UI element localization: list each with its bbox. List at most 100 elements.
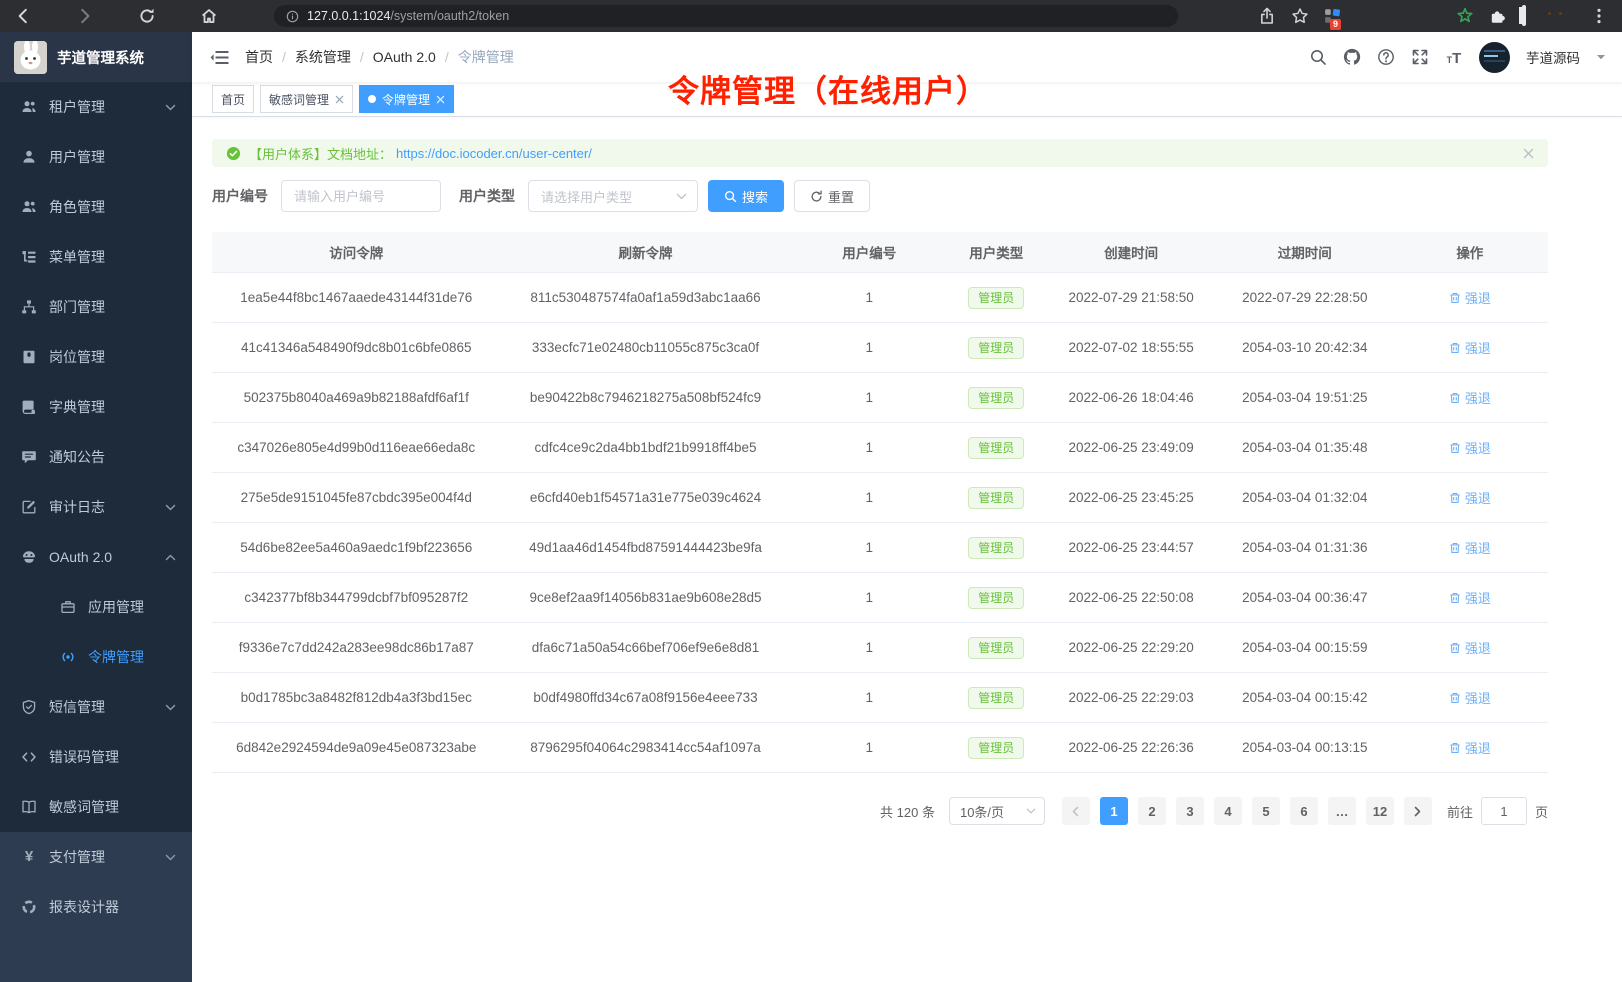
action-cell: 强退	[1392, 623, 1548, 673]
sidebar-item-oauth2[interactable]: OAuth 2.0	[0, 532, 192, 582]
back-icon[interactable]	[14, 7, 32, 25]
reload-icon[interactable]	[138, 7, 156, 25]
user-id-input[interactable]	[281, 180, 441, 212]
next-page-button[interactable]	[1404, 797, 1432, 825]
search-icon	[724, 190, 737, 203]
share-icon[interactable]	[1258, 7, 1276, 25]
app-logo[interactable]: 芋道管理系统	[0, 32, 192, 82]
force-logout-button[interactable]: 强退	[1449, 738, 1491, 757]
forward-icon[interactable]	[76, 7, 94, 25]
extension-grid-icon[interactable]: 9	[1324, 7, 1342, 25]
table-row: 502375b8040a469a9b82188afdf6af1fbe90422b…	[212, 373, 1548, 423]
sidebar-item-audit[interactable]: 审计日志	[0, 482, 192, 532]
tab-令牌管理[interactable]: 令牌管理	[359, 85, 454, 113]
bookmark-star-icon[interactable]	[1291, 7, 1309, 25]
user-id-cell: 1	[790, 523, 948, 573]
sidebar-item-sms[interactable]: 短信管理	[0, 682, 192, 732]
caret-down-icon[interactable]	[1596, 52, 1606, 62]
action-cell: 强退	[1392, 723, 1548, 773]
user-type-cell: 管理员	[948, 423, 1044, 473]
record-icon[interactable]	[1423, 7, 1441, 25]
kebab-menu-icon[interactable]	[1590, 7, 1608, 25]
font-size-icon[interactable]: TT	[1445, 48, 1463, 66]
action-cell: 强退	[1392, 323, 1548, 373]
force-logout-label: 强退	[1465, 738, 1491, 757]
username[interactable]: 芋道源码	[1526, 47, 1580, 67]
prev-page-button[interactable]	[1062, 797, 1090, 825]
check-circle-icon	[226, 146, 241, 161]
fullscreen-icon[interactable]	[1411, 48, 1429, 66]
site-info-icon[interactable]	[286, 10, 299, 23]
force-logout-button[interactable]: 强退	[1449, 288, 1491, 307]
page-button-4[interactable]: 4	[1214, 797, 1242, 825]
sidebar-item-errorcode[interactable]: 错误码管理	[0, 732, 192, 782]
sidebar-item-label: 部门管理	[49, 297, 105, 317]
side-panel-icon[interactable]	[1522, 7, 1540, 25]
page-size-select[interactable]: 10条/页	[949, 797, 1045, 825]
sidebar-item-sensitive-word[interactable]: 敏感词管理	[0, 782, 192, 832]
breadcrumb-item[interactable]: 首页	[245, 47, 273, 67]
sidebar-item-menu[interactable]: 菜单管理	[0, 232, 192, 282]
refresh-token-cell: 333ecfc71e02480cb11055c875c3ca0f	[501, 323, 791, 373]
puzzle-extension-icon[interactable]	[1489, 7, 1507, 25]
force-logout-button[interactable]: 强退	[1449, 488, 1491, 507]
breadcrumb-item[interactable]: 系统管理	[295, 47, 351, 67]
tab-敏感词管理[interactable]: 敏感词管理	[260, 85, 353, 113]
alert-doc-link[interactable]: https://doc.iocoder.cn/user-center/	[396, 146, 592, 161]
page-button-6[interactable]: 6	[1290, 797, 1318, 825]
close-icon[interactable]	[335, 95, 344, 104]
alert-close-icon[interactable]	[1523, 148, 1534, 159]
sidebar-item-oauth2-app[interactable]: 应用管理	[0, 582, 192, 632]
force-logout-button[interactable]: 强退	[1449, 538, 1491, 557]
page-button-12[interactable]: 12	[1366, 797, 1394, 825]
sidebar-item-tenant[interactable]: 租户管理	[0, 82, 192, 132]
page-button-5[interactable]: 5	[1252, 797, 1280, 825]
breadcrumb-item[interactable]: OAuth 2.0	[373, 49, 436, 65]
sidebar-item-dept[interactable]: 部门管理	[0, 282, 192, 332]
sidebar-collapse-icon[interactable]	[210, 48, 229, 67]
home-icon[interactable]	[200, 7, 218, 25]
sidebar-item-pay[interactable]: ¥支付管理	[0, 832, 192, 882]
goto-page-input[interactable]	[1481, 797, 1527, 825]
url-bar[interactable]: 127.0.0.1:1024/system/oauth2/token	[274, 5, 1178, 27]
sidebar-item-report-designer[interactable]: 报表设计器	[0, 882, 192, 932]
code-icon	[21, 749, 37, 765]
sidebar-item-user[interactable]: 用户管理	[0, 132, 192, 182]
help-icon[interactable]	[1377, 48, 1395, 66]
search-button[interactable]: 搜索	[708, 180, 784, 212]
sidebar-item-oauth2-token[interactable]: 令牌管理	[0, 632, 192, 682]
active-dot	[368, 95, 376, 103]
github-icon[interactable]	[1343, 48, 1361, 66]
force-logout-button[interactable]: 强退	[1449, 338, 1491, 357]
force-logout-button[interactable]: 强退	[1449, 638, 1491, 657]
gemini-diamond-icon[interactable]	[1357, 7, 1375, 25]
more-pages-button[interactable]: …	[1328, 797, 1356, 825]
user-type-tag: 管理员	[968, 687, 1024, 709]
sidebar-item-post[interactable]: 岗位管理	[0, 332, 192, 382]
sidebar-item-notice[interactable]: 通知公告	[0, 432, 192, 482]
close-icon[interactable]	[436, 95, 445, 104]
sidebar-item-dict[interactable]: 字典管理	[0, 382, 192, 432]
sidebar-item-role[interactable]: 角色管理	[0, 182, 192, 232]
force-logout-button[interactable]: 强退	[1449, 388, 1491, 407]
page-button-1[interactable]: 1	[1100, 797, 1128, 825]
green-star-icon[interactable]	[1456, 7, 1474, 25]
url-host: 127.0.0.1:1024	[307, 9, 390, 23]
profile-emoji-icon[interactable]	[1555, 6, 1575, 26]
reset-button[interactable]: 重置	[794, 180, 870, 212]
sidebar-item-label: 审计日志	[49, 497, 105, 517]
force-logout-button[interactable]: 强退	[1449, 588, 1491, 607]
doc-alert: 【用户体系】文档地址： https://doc.iocoder.cn/user-…	[212, 139, 1548, 167]
user-type-tag: 管理员	[968, 587, 1024, 609]
yen-icon: ¥	[21, 849, 37, 865]
force-logout-button[interactable]: 强退	[1449, 438, 1491, 457]
page-button-2[interactable]: 2	[1138, 797, 1166, 825]
page-button-3[interactable]: 3	[1176, 797, 1204, 825]
user-avatar[interactable]	[1479, 42, 1510, 73]
user-type-select[interactable]: 请选择用户类型	[528, 180, 698, 212]
meet-icon[interactable]	[1390, 7, 1408, 25]
search-icon[interactable]	[1309, 48, 1327, 66]
sidebar: 芋道管理系统 租户管理用户管理角色管理菜单管理部门管理岗位管理字典管理通知公告审…	[0, 32, 192, 982]
force-logout-button[interactable]: 强退	[1449, 688, 1491, 707]
tab-首页[interactable]: 首页	[212, 85, 254, 113]
